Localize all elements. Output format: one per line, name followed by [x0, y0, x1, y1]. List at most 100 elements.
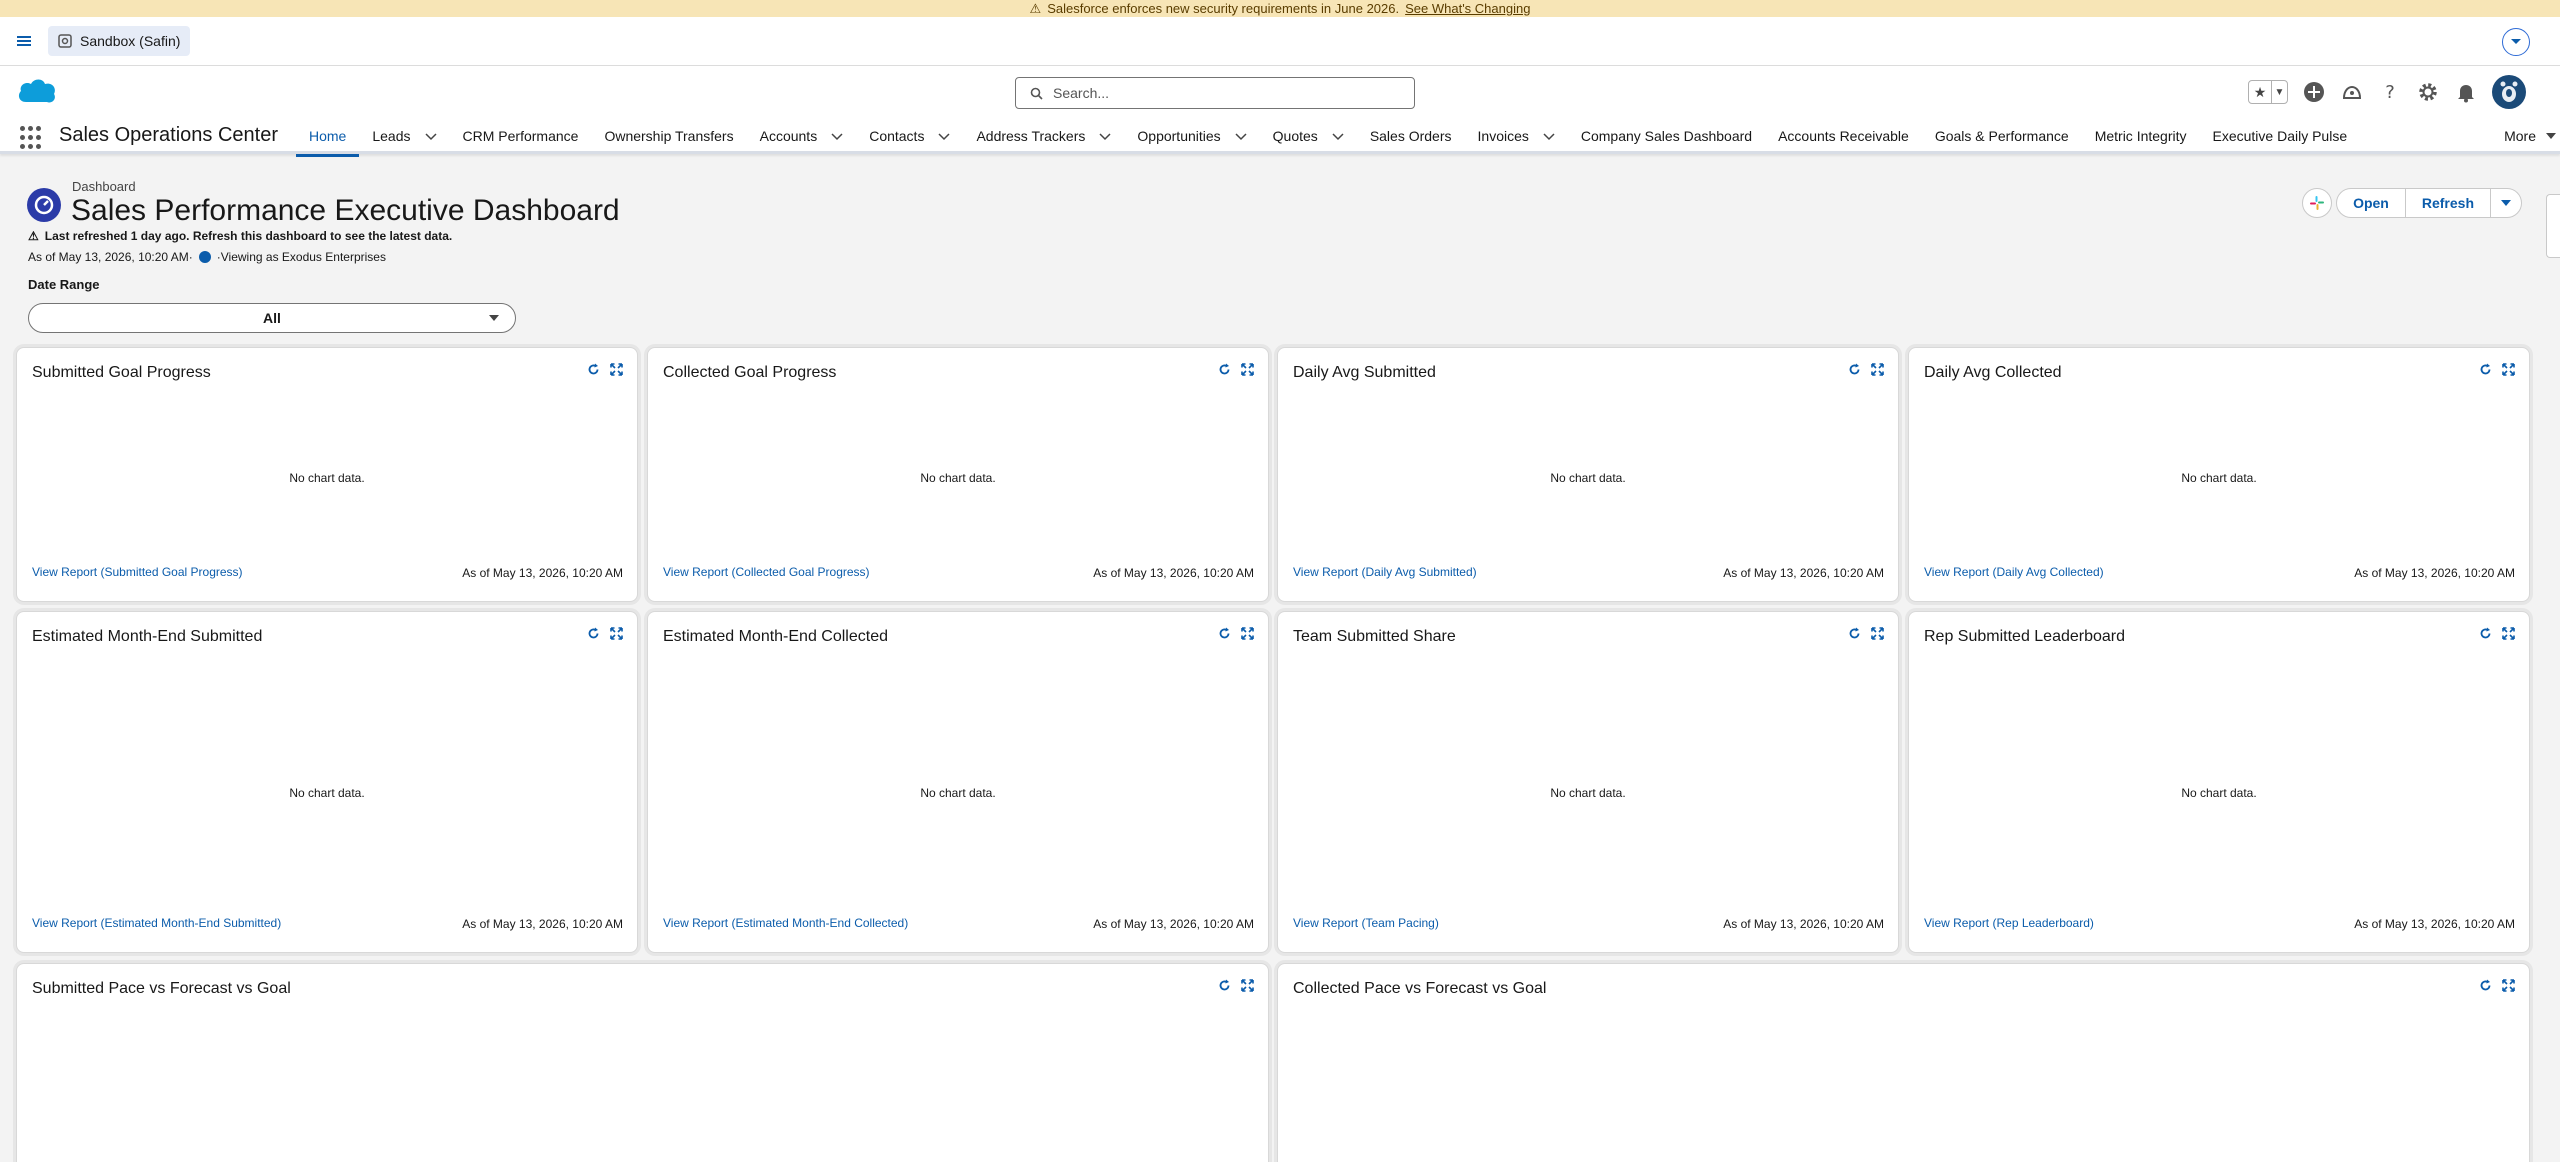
chevron-down-icon[interactable]: [1235, 130, 1247, 142]
refresh-icon[interactable]: [1218, 363, 1231, 376]
sandbox-bar: Sandbox (Safin): [0, 17, 2560, 66]
chevron-down-icon[interactable]: [1332, 130, 1344, 142]
sandbox-menu-button[interactable]: [2502, 28, 2530, 56]
card-title: Estimated Month-End Collected: [663, 628, 888, 645]
expand-icon[interactable]: [610, 627, 623, 640]
dashboard-card: Submitted Goal Progress No chart data. Vie…: [16, 347, 638, 602]
nav-tab-label: CRM Performance: [462, 128, 579, 144]
view-report-link[interactable]: View Report (Collected Goal Progress): [663, 565, 870, 579]
slack-icon: [2310, 196, 2325, 210]
sandbox-chip[interactable]: Sandbox (Safin): [48, 26, 191, 56]
refresh-icon[interactable]: [1218, 627, 1231, 640]
chevron-down-icon: [2511, 39, 2521, 44]
search-input[interactable]: Search...: [1015, 77, 1415, 109]
nav-tab-accounts-receivable[interactable]: Accounts Receivable: [1765, 118, 1922, 154]
view-report-link[interactable]: View Report (Rep Leaderboard): [1924, 916, 2094, 930]
expand-icon[interactable]: [1241, 363, 1254, 376]
view-report-link[interactable]: View Report (Daily Avg Collected): [1924, 565, 2104, 579]
view-report-link[interactable]: View Report (Estimated Month-End Submitt…: [32, 916, 281, 930]
favorites-menu-icon[interactable]: ▼: [2271, 81, 2287, 103]
refresh-button[interactable]: Refresh: [2404, 189, 2490, 217]
expand-icon[interactable]: [1241, 627, 1254, 640]
refresh-icon[interactable]: [2479, 363, 2492, 376]
nav-tab-goals-performance[interactable]: Goals & Performance: [1922, 118, 2082, 154]
nav-tab-label: Accounts: [759, 128, 818, 144]
dashboard-eyebrow: Dashboard: [72, 179, 136, 194]
card-title: Daily Avg Collected: [1924, 364, 2062, 381]
chevron-down-icon[interactable]: [831, 130, 843, 142]
chevron-down-icon: [2501, 199, 2511, 206]
menu-icon[interactable]: [16, 33, 32, 49]
nav-tab-metric-integrity[interactable]: Metric Integrity: [2082, 118, 2200, 154]
nav-tab-accounts[interactable]: Accounts: [747, 118, 857, 154]
expand-icon[interactable]: [1871, 627, 1884, 640]
nav-tab-contacts[interactable]: Contacts: [856, 118, 963, 154]
card-title: Submitted Pace vs Forecast vs Goal: [32, 980, 291, 997]
expand-icon[interactable]: [2502, 363, 2515, 376]
card-title: Collected Goal Progress: [663, 364, 837, 381]
expand-icon[interactable]: [1871, 363, 1884, 376]
nav-tab-ownership-transfers[interactable]: Ownership Transfers: [591, 118, 746, 154]
nav-tab-label: Accounts Receivable: [1778, 128, 1909, 144]
nav-tab-home[interactable]: Home: [296, 118, 360, 157]
view-report-link[interactable]: View Report (Submitted Goal Progress): [32, 565, 243, 579]
avatar[interactable]: [2492, 75, 2526, 109]
card-tools: [1848, 363, 1884, 376]
more-actions-button[interactable]: [2490, 189, 2521, 217]
date-range-select[interactable]: All: [28, 303, 516, 333]
nav-tab-address-trackers[interactable]: Address Trackers: [963, 118, 1124, 154]
side-panel-tab[interactable]: [2546, 194, 2560, 258]
nav-tab-sales-orders[interactable]: Sales Orders: [1357, 118, 1465, 154]
nav-tab-quotes[interactable]: Quotes: [1260, 118, 1357, 154]
nav-more[interactable]: More: [2504, 118, 2560, 154]
nav-tab-crm-performance[interactable]: CRM Performance: [450, 118, 592, 154]
chevron-down-icon[interactable]: [1543, 130, 1555, 142]
refresh-icon[interactable]: [1848, 363, 1861, 376]
gear-icon[interactable]: [2416, 80, 2440, 104]
star-icon[interactable]: ★: [2249, 81, 2271, 103]
chevron-down-icon: [489, 315, 499, 322]
refresh-icon[interactable]: [2479, 627, 2492, 640]
help-icon[interactable]: ?: [2378, 80, 2402, 104]
no-chart-data: No chart data.: [289, 471, 365, 485]
nav-tab-opportunities[interactable]: Opportunities: [1124, 118, 1259, 154]
expand-icon[interactable]: [1241, 979, 1254, 992]
nav-tab-leads[interactable]: Leads: [359, 118, 449, 154]
refresh-icon[interactable]: [587, 363, 600, 376]
salesforce-logo[interactable]: [16, 76, 58, 106]
view-report-link[interactable]: View Report (Team Pacing): [1293, 916, 1439, 930]
nav-tab-invoices[interactable]: Invoices: [1465, 118, 1568, 154]
expand-icon[interactable]: [2502, 979, 2515, 992]
bell-icon[interactable]: [2454, 80, 2478, 104]
chevron-down-icon[interactable]: [424, 130, 437, 142]
nav-tab-label: Leads: [372, 128, 411, 144]
view-report-link[interactable]: View Report (Daily Avg Submitted): [1293, 565, 1477, 579]
refresh-icon[interactable]: [1218, 979, 1231, 992]
open-button[interactable]: Open: [2337, 189, 2405, 217]
expand-icon[interactable]: [610, 363, 623, 376]
view-report-link[interactable]: View Report (Estimated Month-End Collect…: [663, 916, 908, 930]
info-icon[interactable]: [198, 251, 211, 263]
trailhead-icon[interactable]: [2340, 80, 2364, 104]
card-as-of: As of May 13, 2026, 10:20 AM: [1093, 566, 1254, 580]
nav-tab-company-sales-dashboard[interactable]: Company Sales Dashboard: [1568, 118, 1765, 154]
nav-tabs: Home Leads CRM Performance Ownership Transf…: [296, 118, 2361, 157]
chevron-down-icon[interactable]: [1099, 130, 1111, 142]
expand-icon[interactable]: [2502, 627, 2515, 640]
slack-share-button[interactable]: [2302, 188, 2333, 218]
global-header: Search... ★ ▼ ?: [0, 66, 2560, 118]
nav-tab-label: Sales Orders: [1369, 128, 1452, 144]
banner-link[interactable]: See What's Changing: [1405, 1, 1530, 16]
refresh-icon[interactable]: [1848, 627, 1861, 640]
refresh-icon[interactable]: [2479, 979, 2492, 992]
chevron-down-icon[interactable]: [938, 130, 950, 142]
add-icon[interactable]: [2302, 80, 2326, 104]
nav-tab-executive-daily-pulse[interactable]: Executive Daily Pulse: [2200, 118, 2361, 154]
app-name: Sales Operations Center: [59, 124, 279, 146]
app-launcher-icon[interactable]: [20, 126, 44, 150]
card-tools: [2479, 979, 2515, 992]
no-chart-data: No chart data.: [1550, 786, 1626, 800]
sandbox-icon: [58, 34, 72, 48]
refresh-icon[interactable]: [587, 627, 600, 640]
warning-icon: ⚠: [28, 229, 39, 243]
